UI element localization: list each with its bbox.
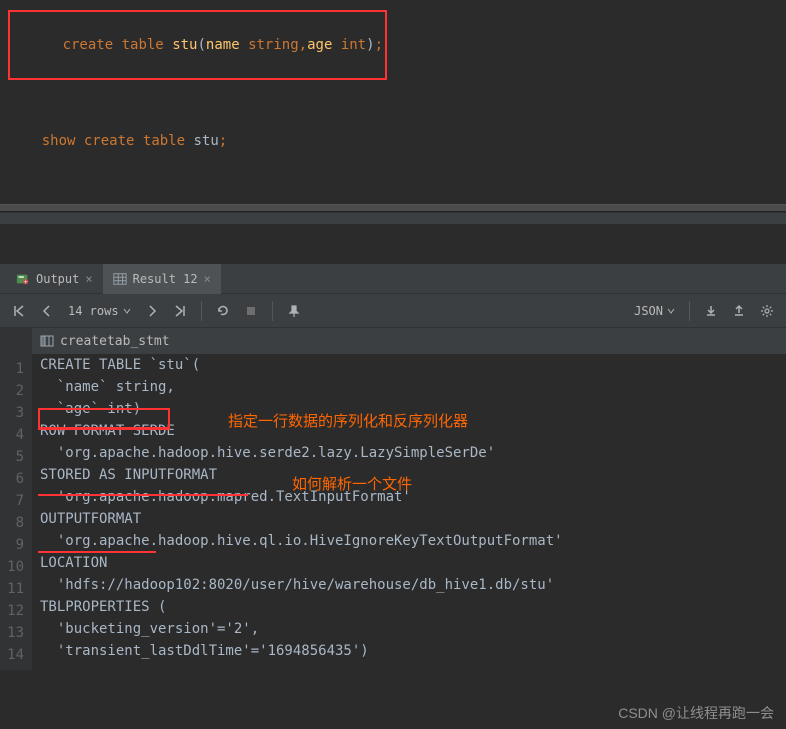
- sql-editor[interactable]: create table stu(name string,age int); s…: [0, 0, 786, 204]
- empty-area: [0, 224, 786, 264]
- tab-result-label: Result 12: [133, 272, 198, 286]
- last-page-button[interactable]: [169, 300, 191, 322]
- prev-page-button[interactable]: [36, 300, 58, 322]
- type-string: string: [248, 37, 299, 53]
- result-row[interactable]: 'org.apache.hadoop.hive.ql.io.HiveIgnore…: [32, 530, 786, 552]
- column-icon: [40, 334, 54, 348]
- keyword-create: create: [63, 37, 114, 53]
- output-icon: [16, 272, 30, 286]
- panel-tabs: Output × Result 12 ×: [0, 264, 786, 294]
- annotation-underline-stored-as: [38, 494, 248, 496]
- result-row[interactable]: STORED AS INPUTFORMAT: [32, 464, 786, 486]
- divider[interactable]: [0, 204, 786, 212]
- output-panel: Output × Result 12 × 14 rows JSON: [0, 264, 786, 670]
- annotation-box-row-format: [38, 408, 170, 430]
- highlighted-statement: create table stu(name string,age int);: [8, 10, 387, 80]
- annotation-underline-outputformat: [38, 551, 156, 553]
- pin-button[interactable]: [283, 300, 305, 322]
- next-page-button[interactable]: [141, 300, 163, 322]
- close-icon[interactable]: ×: [204, 272, 211, 286]
- close-icon[interactable]: ×: [85, 272, 92, 286]
- table-icon: [113, 272, 127, 286]
- tab-output-label: Output: [36, 272, 79, 286]
- cancel-button[interactable]: [240, 300, 262, 322]
- result-row[interactable]: 'transient_lastDdlTime'='1694856435'): [32, 640, 786, 662]
- code-line-2: show create table stu;: [8, 108, 778, 174]
- first-page-button[interactable]: [8, 300, 30, 322]
- import-button[interactable]: [728, 300, 750, 322]
- line-gutter: 1 2 3 4 5 6 7 8 9 10 11 12 13 14: [0, 328, 32, 670]
- result-row[interactable]: 'bucketing_version'='2',: [32, 618, 786, 640]
- export-button[interactable]: [700, 300, 722, 322]
- type-int: int: [341, 37, 366, 53]
- result-row[interactable]: OUTPUTFORMAT: [32, 508, 786, 530]
- result-row[interactable]: 'org.apache.hadoop.hive.serde2.lazy.Lazy…: [32, 442, 786, 464]
- format-dropdown[interactable]: JSON: [630, 304, 679, 318]
- result-row[interactable]: 'hdfs://hadoop102:8020/user/hive/warehou…: [32, 574, 786, 596]
- tab-output[interactable]: Output ×: [6, 264, 103, 294]
- col-name: name: [206, 37, 240, 53]
- result-row[interactable]: LOCATION: [32, 552, 786, 574]
- results-toolbar: 14 rows JSON: [0, 294, 786, 328]
- result-row[interactable]: 'org.apache.hadoop.mapred.TextInputForma…: [32, 486, 786, 508]
- settings-button[interactable]: [756, 300, 778, 322]
- result-row[interactable]: `name` string,: [32, 376, 786, 398]
- keyword-table: table: [122, 37, 164, 53]
- result-row[interactable]: TBLPROPERTIES (: [32, 596, 786, 618]
- table-name: stu: [172, 37, 197, 53]
- reload-button[interactable]: [212, 300, 234, 322]
- col-age: age: [307, 37, 332, 53]
- editor-scrollbar[interactable]: [0, 212, 786, 224]
- results-grid: 1 2 3 4 5 6 7 8 9 10 11 12 13 14 createt…: [0, 328, 786, 670]
- tab-result[interactable]: Result 12 ×: [103, 264, 221, 294]
- watermark: CSDN @让线程再跑一会: [618, 703, 774, 723]
- row-count[interactable]: 14 rows: [64, 304, 135, 318]
- column-name: createtab_stmt: [60, 334, 170, 349]
- column-header[interactable]: createtab_stmt: [32, 328, 786, 354]
- result-row[interactable]: CREATE TABLE `stu`(: [32, 354, 786, 376]
